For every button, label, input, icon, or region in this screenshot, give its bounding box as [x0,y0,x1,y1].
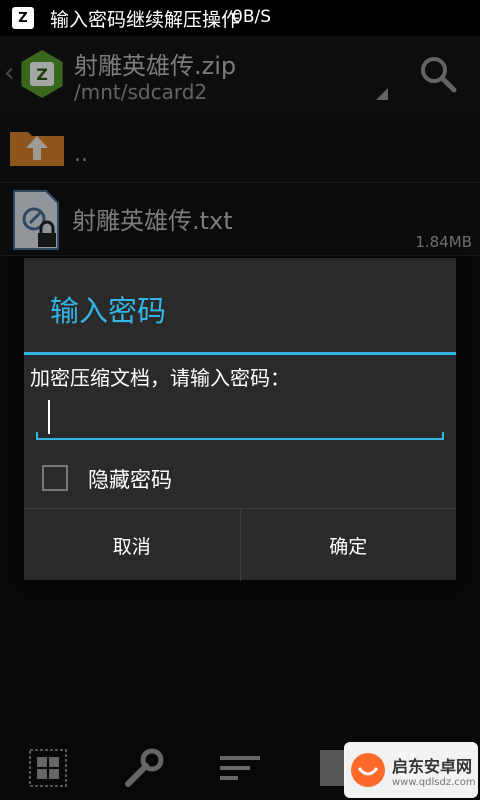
app-notification-icon: Z [12,7,34,29]
network-speed: 0B/S [232,7,271,27]
status-notification-text: 输入密码继续解压操作 [50,8,241,31]
hide-password-checkbox[interactable] [42,465,68,491]
text-caret [48,400,50,434]
cancel-button[interactable]: 取消 [24,509,240,581]
input-underline-tick-right [442,432,444,440]
password-dialog: 输入密码 加密压缩文档，请输入密码： 隐藏密码 取消 确定 [24,258,456,581]
input-underline [36,438,444,440]
hide-password-option[interactable]: 隐藏密码 [42,462,342,494]
grid-icon[interactable] [26,746,70,790]
input-underline-tick-left [36,432,38,440]
watermark-title: 启东安卓网 [392,756,473,776]
hide-password-label: 隐藏密码 [88,468,172,492]
dialog-button-bar: 取消 确定 [24,508,456,581]
sort-icon[interactable] [218,746,262,790]
confirm-button[interactable]: 确定 [239,509,457,581]
dialog-title-divider [24,352,456,355]
dialog-title: 输入密码 [50,294,167,328]
dialog-prompt: 加密压缩文档，请输入密码： [30,366,290,390]
wrench-icon[interactable] [122,746,166,790]
watermark: 启东安卓网 www.qdlsdz.com [344,742,478,798]
password-input[interactable] [36,398,444,440]
watermark-text: 启东安卓网 www.qdlsdz.com [392,753,476,788]
status-bar: Z 输入密码继续解压操作 0B/S [0,0,480,36]
watermark-logo-icon [351,753,385,787]
watermark-url: www.qdlsdz.com [392,776,476,788]
